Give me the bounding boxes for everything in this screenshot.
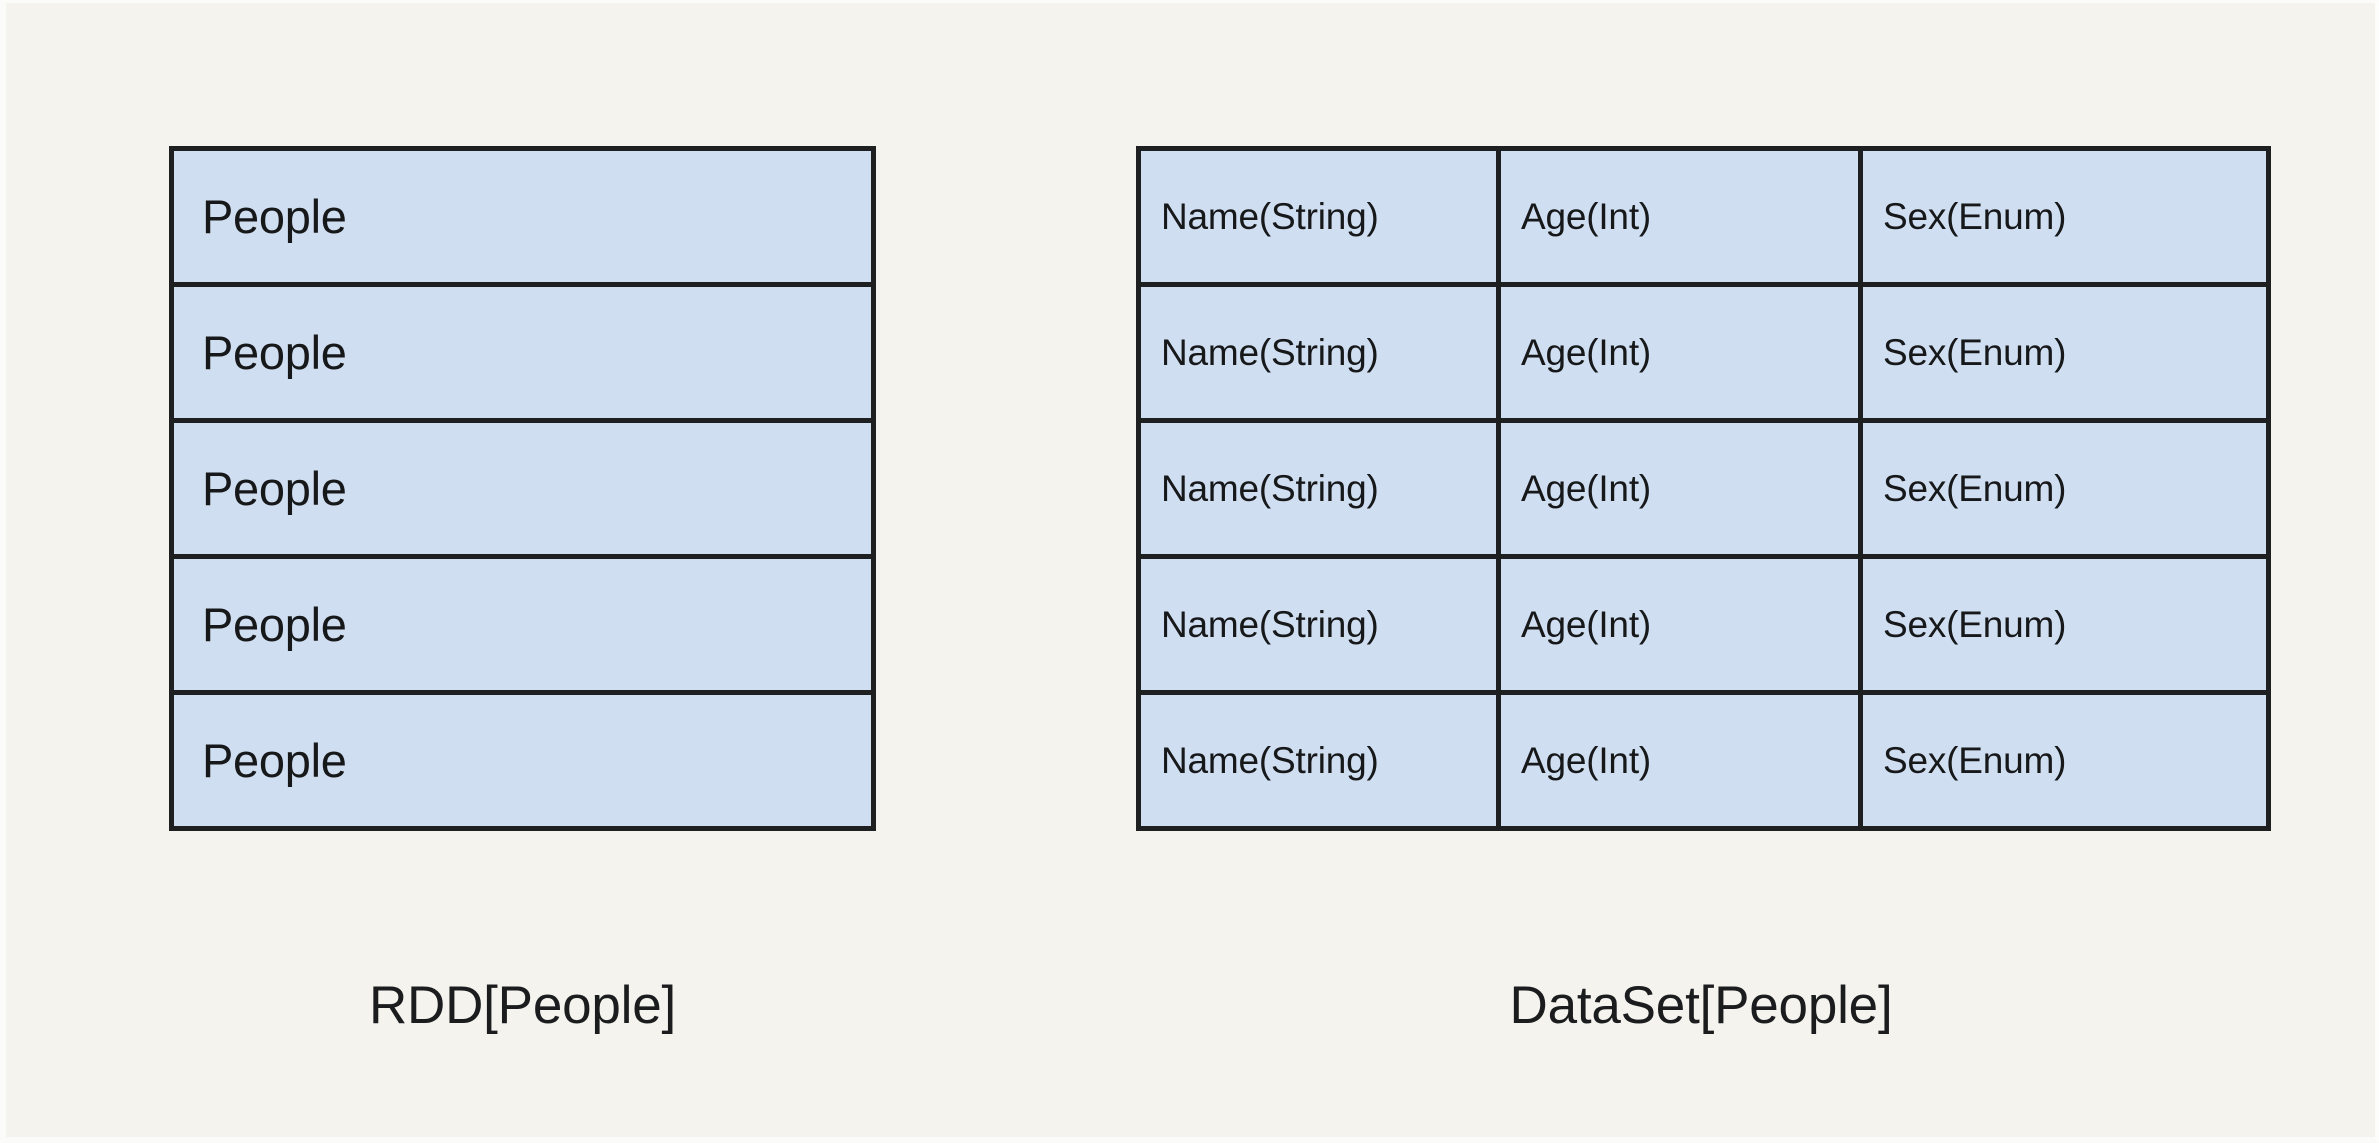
dataset-cell-name: Name(String) bbox=[1136, 554, 1501, 695]
dataset-cell-name: Name(String) bbox=[1136, 282, 1501, 423]
dataset-cell-sex: Sex(Enum) bbox=[1858, 418, 2271, 559]
table-row: Name(String) Age(Int) Sex(Enum) bbox=[1136, 554, 2271, 695]
rdd-cell-people: People bbox=[169, 418, 876, 559]
rdd-table: People People People People People bbox=[169, 146, 876, 831]
dataset-cell-sex: Sex(Enum) bbox=[1858, 690, 2271, 831]
dataset-cell-name: Name(String) bbox=[1136, 690, 1501, 831]
rdd-cell-people: People bbox=[169, 282, 876, 423]
rdd-cell-people: People bbox=[169, 690, 876, 831]
dataset-cell-sex: Sex(Enum) bbox=[1858, 282, 2271, 423]
table-row: Name(String) Age(Int) Sex(Enum) bbox=[1136, 690, 2271, 831]
table-row: Name(String) Age(Int) Sex(Enum) bbox=[1136, 418, 2271, 559]
dataset-cell-age: Age(Int) bbox=[1496, 282, 1863, 423]
table-row: Name(String) Age(Int) Sex(Enum) bbox=[1136, 282, 2271, 423]
table-row: People bbox=[169, 146, 876, 287]
dataset-cell-age: Age(Int) bbox=[1496, 554, 1863, 695]
table-row: People bbox=[169, 690, 876, 831]
table-row: People bbox=[169, 282, 876, 423]
dataset-table: Name(String) Age(Int) Sex(Enum) Name(Str… bbox=[1136, 146, 2271, 831]
dataset-cell-sex: Sex(Enum) bbox=[1858, 146, 2271, 287]
rdd-caption: RDD[People] bbox=[368, 976, 677, 1035]
dataset-cell-age: Age(Int) bbox=[1496, 146, 1863, 287]
diagram-canvas: People People People People People RDD[P… bbox=[0, 0, 2379, 1143]
rdd-cell-people: People bbox=[169, 146, 876, 287]
table-row: People bbox=[169, 554, 876, 695]
rdd-cell-people: People bbox=[169, 554, 876, 695]
dataset-cell-name: Name(String) bbox=[1136, 418, 1501, 559]
dataset-cell-age: Age(Int) bbox=[1496, 690, 1863, 831]
dataset-cell-age: Age(Int) bbox=[1496, 418, 1863, 559]
table-row: Name(String) Age(Int) Sex(Enum) bbox=[1136, 146, 2271, 287]
dataset-cell-sex: Sex(Enum) bbox=[1858, 554, 2271, 695]
table-row: People bbox=[169, 418, 876, 559]
dataset-caption: DataSet[People] bbox=[1509, 976, 1893, 1035]
dataset-cell-name: Name(String) bbox=[1136, 146, 1501, 287]
